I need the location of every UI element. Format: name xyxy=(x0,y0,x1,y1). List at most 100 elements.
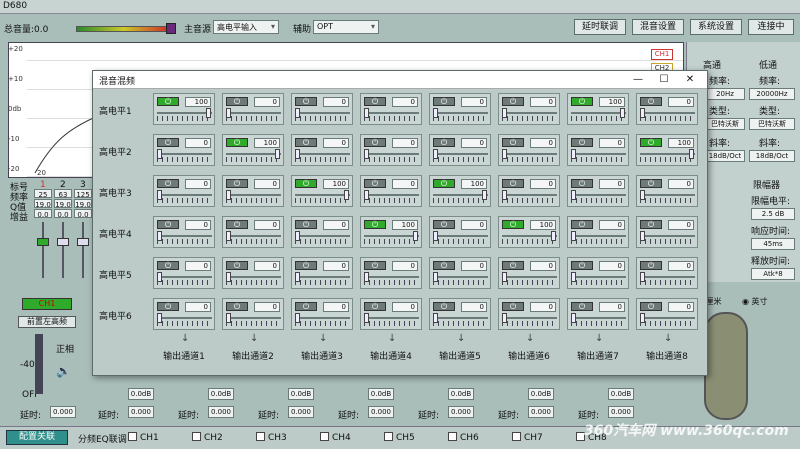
power-toggle-icon[interactable]: ⏻ xyxy=(571,179,593,188)
delay-field[interactable]: 0.000 xyxy=(448,406,474,418)
band-gain[interactable]: 0.0 xyxy=(74,209,92,219)
mix-slider-thumb[interactable] xyxy=(157,313,162,323)
aux-select[interactable]: OPT ▾ xyxy=(313,20,379,34)
power-toggle-icon[interactable]: ⏻ xyxy=(433,179,455,188)
mix-level-field[interactable]: 0 xyxy=(323,220,349,230)
mix-slider-track[interactable] xyxy=(295,317,350,319)
mix-level-field[interactable]: 0 xyxy=(392,302,418,312)
mix-slider-track[interactable] xyxy=(157,194,212,196)
power-toggle-icon[interactable]: ⏻ xyxy=(433,97,455,106)
mix-slider-track[interactable] xyxy=(640,112,695,114)
mix-slider-track[interactable] xyxy=(571,235,626,237)
delay-field[interactable]: 0.000 xyxy=(528,406,554,418)
mix-slider-thumb[interactable] xyxy=(226,190,231,200)
mix-level-field[interactable]: 0 xyxy=(254,302,280,312)
mix-slider-thumb[interactable] xyxy=(364,272,369,282)
power-toggle-icon[interactable]: ⏻ xyxy=(571,138,593,147)
power-toggle-icon[interactable]: ⏻ xyxy=(571,220,593,229)
mix-slider-track[interactable] xyxy=(433,276,488,278)
mix-level-field[interactable]: 0 xyxy=(185,302,211,312)
connect-button[interactable]: 连接中 xyxy=(748,19,794,35)
delay-field[interactable]: 0.000 xyxy=(208,406,234,418)
mix-slider-thumb[interactable] xyxy=(571,149,576,159)
band-slider-thumb[interactable] xyxy=(77,238,89,246)
mix-slider-thumb[interactable] xyxy=(640,190,645,200)
mix-slider-thumb[interactable] xyxy=(206,108,211,118)
lp-slope-select[interactable]: 18dB/Oct xyxy=(749,150,795,162)
band-slider-thumb[interactable] xyxy=(37,238,49,246)
hp-type-select[interactable]: 巴特沃斯 xyxy=(705,118,745,130)
mix-level-field[interactable]: 0 xyxy=(392,261,418,271)
mix-slider-track[interactable] xyxy=(640,194,695,196)
power-toggle-icon[interactable]: ⏻ xyxy=(157,302,179,311)
mix-slider-thumb[interactable] xyxy=(502,190,507,200)
mix-slider-thumb[interactable] xyxy=(157,190,162,200)
power-toggle-icon[interactable]: ⏻ xyxy=(226,220,248,229)
mix-level-field[interactable]: 0 xyxy=(392,179,418,189)
mix-level-field[interactable]: 0 xyxy=(461,302,487,312)
band-q[interactable]: 19.0 xyxy=(54,199,72,209)
power-toggle-icon[interactable]: ⏻ xyxy=(433,302,455,311)
mix-slider-track[interactable] xyxy=(571,276,626,278)
delay-field[interactable]: 0.000 xyxy=(608,406,634,418)
mix-slider-thumb[interactable] xyxy=(640,108,645,118)
power-toggle-icon[interactable]: ⏻ xyxy=(157,138,179,147)
system-settings-button[interactable]: 系统设置 xyxy=(690,19,742,35)
gain-field[interactable]: 0.0dB xyxy=(448,388,474,400)
mix-slider-thumb[interactable] xyxy=(157,149,162,159)
mix-level-field[interactable]: 0 xyxy=(323,138,349,148)
mix-slider-thumb[interactable] xyxy=(295,272,300,282)
mix-slider-track[interactable] xyxy=(640,317,695,319)
power-toggle-icon[interactable]: ⏻ xyxy=(502,97,524,106)
unit-inch-radio[interactable]: ◉ 英寸 xyxy=(742,296,768,307)
power-toggle-icon[interactable]: ⏻ xyxy=(640,179,662,188)
mix-slider-thumb[interactable] xyxy=(295,108,300,118)
power-toggle-icon[interactable]: ⏻ xyxy=(226,179,248,188)
mix-slider-track[interactable] xyxy=(571,112,626,114)
mix-slider-track[interactable] xyxy=(433,317,488,319)
mix-level-field[interactable]: 0 xyxy=(599,138,625,148)
band-gain[interactable]: 0.0 xyxy=(34,209,52,219)
mix-level-field[interactable]: 0 xyxy=(668,261,694,271)
maximize-icon[interactable]: ☐ xyxy=(657,73,671,87)
mix-slider-thumb[interactable] xyxy=(226,313,231,323)
mix-slider-track[interactable] xyxy=(364,194,419,196)
power-toggle-icon[interactable]: ⏻ xyxy=(226,302,248,311)
speaker-icon[interactable]: 🔊 xyxy=(56,364,71,378)
mix-slider-track[interactable] xyxy=(571,153,626,155)
power-toggle-icon[interactable]: ⏻ xyxy=(157,220,179,229)
mix-slider-thumb[interactable] xyxy=(295,231,300,241)
mix-slider-track[interactable] xyxy=(364,235,419,237)
power-toggle-icon[interactable]: ⏻ xyxy=(157,261,179,270)
power-toggle-icon[interactable]: ⏻ xyxy=(571,97,593,106)
mix-slider-thumb[interactable] xyxy=(689,149,694,159)
mix-slider-thumb[interactable] xyxy=(571,190,576,200)
mix-level-field[interactable]: 100 xyxy=(668,138,694,148)
mix-slider-track[interactable] xyxy=(157,153,212,155)
config-link-button[interactable]: 配置关联 xyxy=(6,430,68,445)
mix-slider-thumb[interactable] xyxy=(620,108,625,118)
ch3-checkbox[interactable]: CH3 xyxy=(256,432,287,443)
mix-slider-track[interactable] xyxy=(433,112,488,114)
mix-slider-thumb[interactable] xyxy=(364,149,369,159)
power-toggle-icon[interactable]: ⏻ xyxy=(364,97,386,106)
mix-level-field[interactable]: 0 xyxy=(530,302,556,312)
band-q[interactable]: 19.0 xyxy=(74,199,92,209)
preset-select[interactable]: 前置左高频 xyxy=(18,316,76,328)
mix-slider-thumb[interactable] xyxy=(364,108,369,118)
mix-slider-thumb[interactable] xyxy=(433,231,438,241)
mix-slider-track[interactable] xyxy=(226,317,281,319)
mix-slider-track[interactable] xyxy=(640,235,695,237)
mix-slider-track[interactable] xyxy=(295,112,350,114)
mix-slider-thumb[interactable] xyxy=(502,108,507,118)
mix-slider-track[interactable] xyxy=(295,194,350,196)
band-freq[interactable]: 125 xyxy=(74,189,92,199)
power-toggle-icon[interactable]: ⏻ xyxy=(364,261,386,270)
mix-level-field[interactable]: 0 xyxy=(392,97,418,107)
lp-freq-field[interactable]: 20000Hz xyxy=(749,88,795,100)
mix-level-field[interactable]: 0 xyxy=(461,220,487,230)
mix-level-field[interactable]: 0 xyxy=(323,97,349,107)
mix-slider-track[interactable] xyxy=(640,276,695,278)
band-freq[interactable]: 25 xyxy=(34,189,52,199)
gain-field[interactable]: 0.0dB xyxy=(128,388,154,400)
